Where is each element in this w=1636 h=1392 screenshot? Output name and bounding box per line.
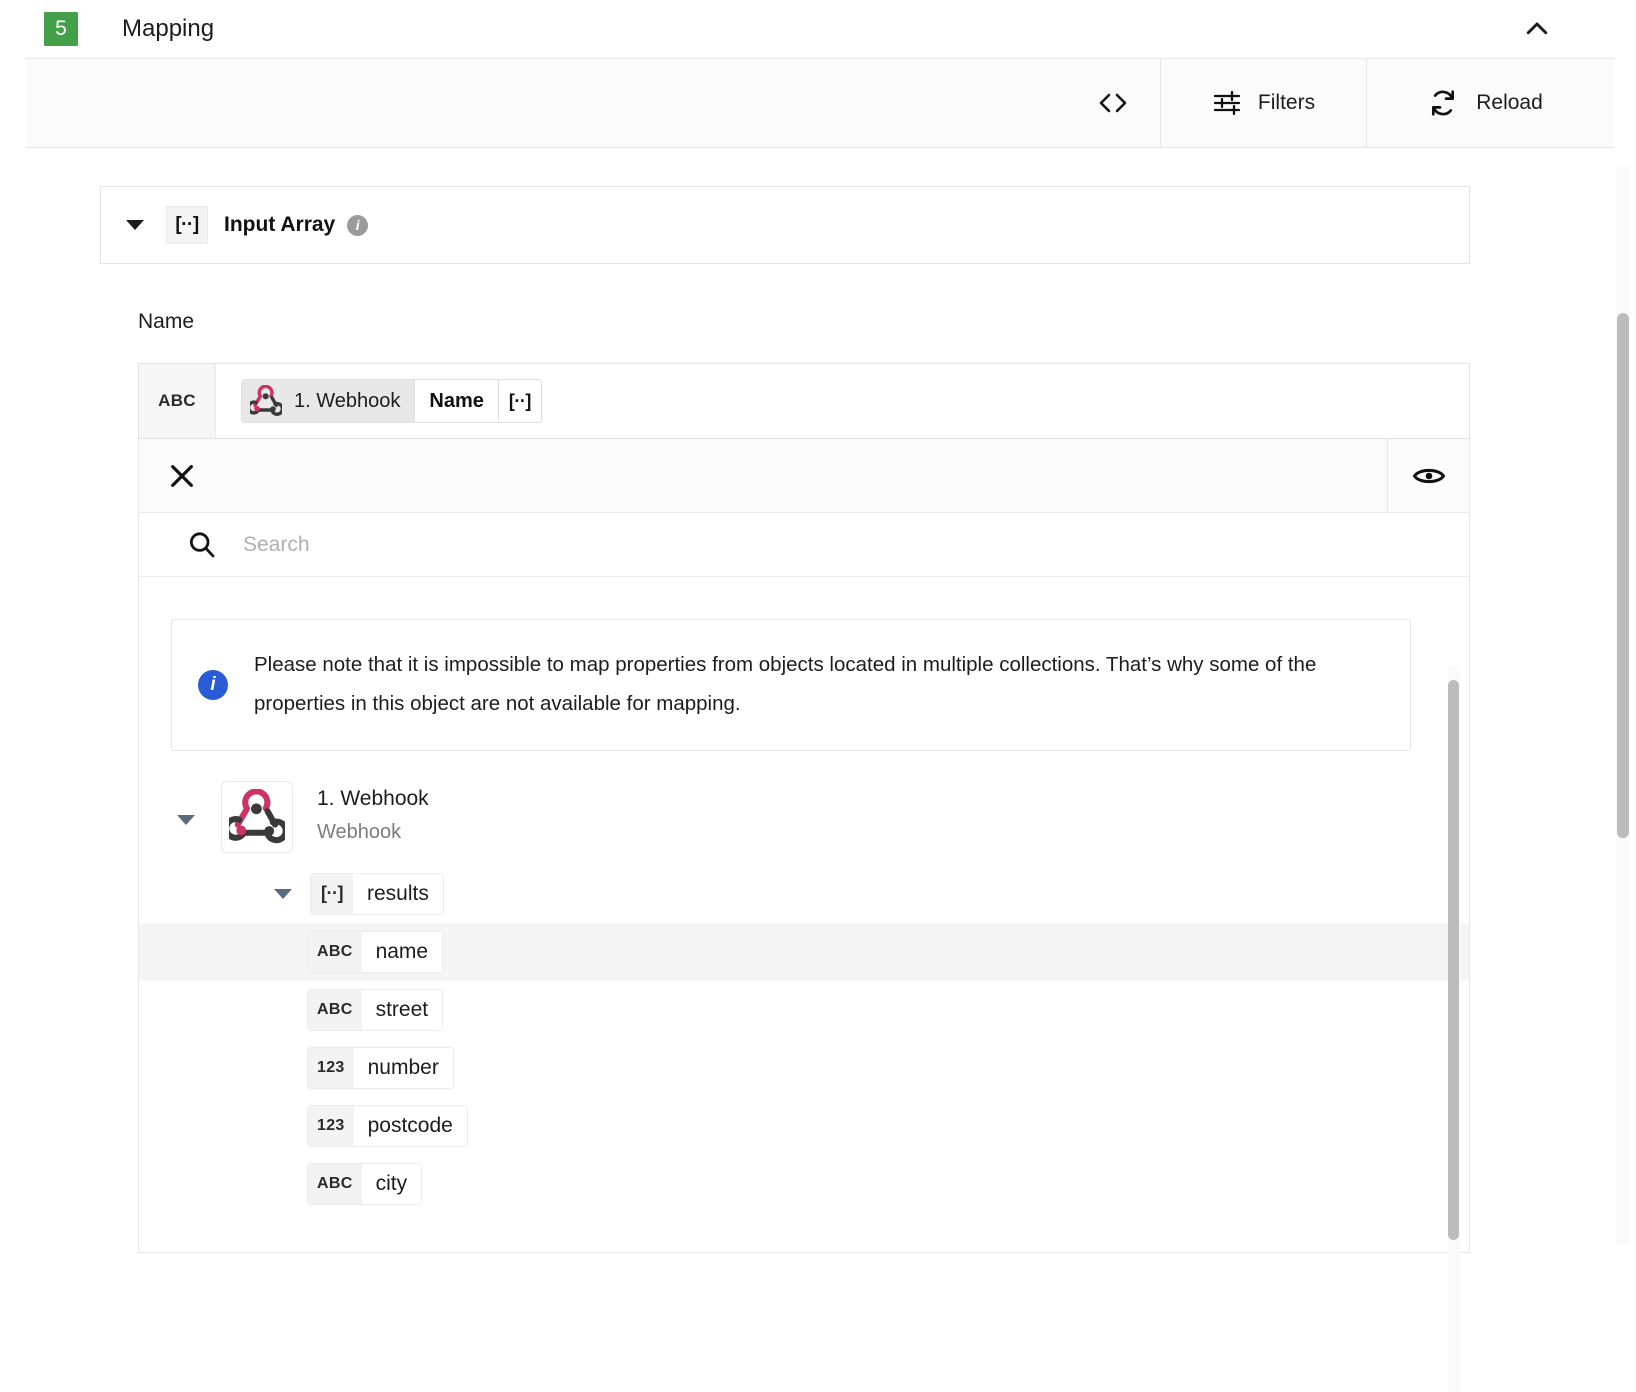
page-scrollbar-track[interactable] [1616,165,1630,1244]
sliders-icon [1213,90,1241,116]
tree-item-postcode[interactable]: 123 postcode [139,1097,1469,1155]
reload-label: Reload [1476,91,1543,114]
token-property-label: Name [414,380,498,422]
input-array-label: Input Array [224,213,336,236]
tree-item-chip[interactable]: ABC city [307,1162,423,1205]
tree-group-results[interactable]: [··] results [139,865,1469,923]
tree-root-subtitle: Webhook [317,820,402,843]
mapping-token[interactable]: 1. Webhook Name [··] [241,379,542,423]
mapping-notice: i Please note that it is impossible to m… [171,619,1411,751]
tree-root-title: 1. Webhook [317,786,429,810]
token-array-badge: [··] [497,380,541,422]
caret-down-icon[interactable] [126,220,144,230]
caret-down-icon[interactable] [177,814,195,825]
caret-down-icon[interactable] [274,888,292,899]
token-source: 1. Webhook [242,380,415,422]
tree-item-chip[interactable]: 123 postcode [307,1104,468,1147]
array-type-badge: [··] [166,206,208,244]
source-tree: 1. Webhook Webhook [··] results ABC name [139,751,1469,1213]
chip-type-badge: 123 [308,1105,354,1146]
search-row[interactable] [139,513,1469,577]
tree-item-street[interactable]: ABC street [139,981,1469,1039]
tree-root-webhook[interactable]: 1. Webhook Webhook [139,780,1469,865]
chevron-up-icon [1526,22,1548,35]
page-title: Mapping [122,15,215,42]
chip-label: results [353,873,443,914]
chip-label: name [361,931,443,972]
tree-root-texts: 1. Webhook Webhook [317,781,429,844]
info-circle-icon[interactable]: i [347,214,369,236]
tree-item-name[interactable]: ABC name [139,922,1469,981]
step-number-badge: 5 [44,12,78,46]
chip-label: number [353,1047,453,1088]
webhook-icon [250,385,282,416]
page-scrollbar-thumb[interactable] [1617,313,1629,838]
tree-group-chip[interactable]: [··] results [310,872,444,915]
info-circle-icon: i [198,669,228,700]
webhook-app-icon [221,780,293,853]
search-icon [190,531,215,557]
filters-button[interactable]: Filters [1160,59,1366,147]
chip-type-badge: ABC [308,931,362,972]
tree-item-chip[interactable]: ABC name [307,930,444,973]
notice-text: Please note that it is impossible to map… [254,653,1317,715]
chip-label: postcode [353,1105,467,1146]
tree-item-number[interactable]: 123 number [139,1039,1469,1097]
filters-label: Filters [1257,91,1316,114]
mapping-content: [··] Input Array i Name ABC 1. Webhook N… [0,148,1636,1392]
eye-icon [1412,468,1445,483]
chip-type-badge: 123 [308,1047,354,1088]
code-brackets-icon [1099,93,1127,113]
tree-item-chip[interactable]: ABC street [307,988,444,1031]
panel-header: 5 Mapping [0,0,1636,58]
clear-field-button[interactable] [166,460,198,492]
toggle-preview-button[interactable] [1387,439,1469,512]
chip-type-badge: ABC [308,989,362,1030]
tree-item-chip[interactable]: 123 number [307,1046,454,1089]
reload-button[interactable]: Reload [1366,59,1614,147]
dropdown-scrollbar-track[interactable] [1448,666,1460,1392]
token-source-label: 1. Webhook [294,389,401,412]
webhook-icon [229,788,285,844]
mapping-action-bar [138,439,1470,513]
chip-type-badge: ABC [308,1163,362,1204]
field-label-name: Name [138,310,195,333]
chip-type-badge: [··] [311,873,353,914]
tree-item-city[interactable]: ABC city [139,1155,1469,1213]
name-mapping-field[interactable]: ABC 1. Webhook Name [··] [138,363,1470,439]
refresh-icon [1432,90,1455,116]
mapping-toolbar: Filters Reload [26,58,1614,148]
field-type-badge: ABC [139,364,216,438]
code-view-button[interactable] [1066,59,1160,147]
close-icon [171,464,193,487]
chip-label: street [361,989,443,1030]
input-array-section[interactable]: [··] Input Array i [100,186,1470,264]
field-value-area[interactable]: 1. Webhook Name [··] [216,364,1469,438]
mapping-dropdown-panel: i Please note that it is impossible to m… [138,513,1470,1253]
collapse-panel-button[interactable] [1516,8,1558,50]
dropdown-scrollbar-thumb[interactable] [1448,680,1459,1240]
search-input[interactable] [241,531,1469,558]
chip-label: city [361,1163,422,1204]
